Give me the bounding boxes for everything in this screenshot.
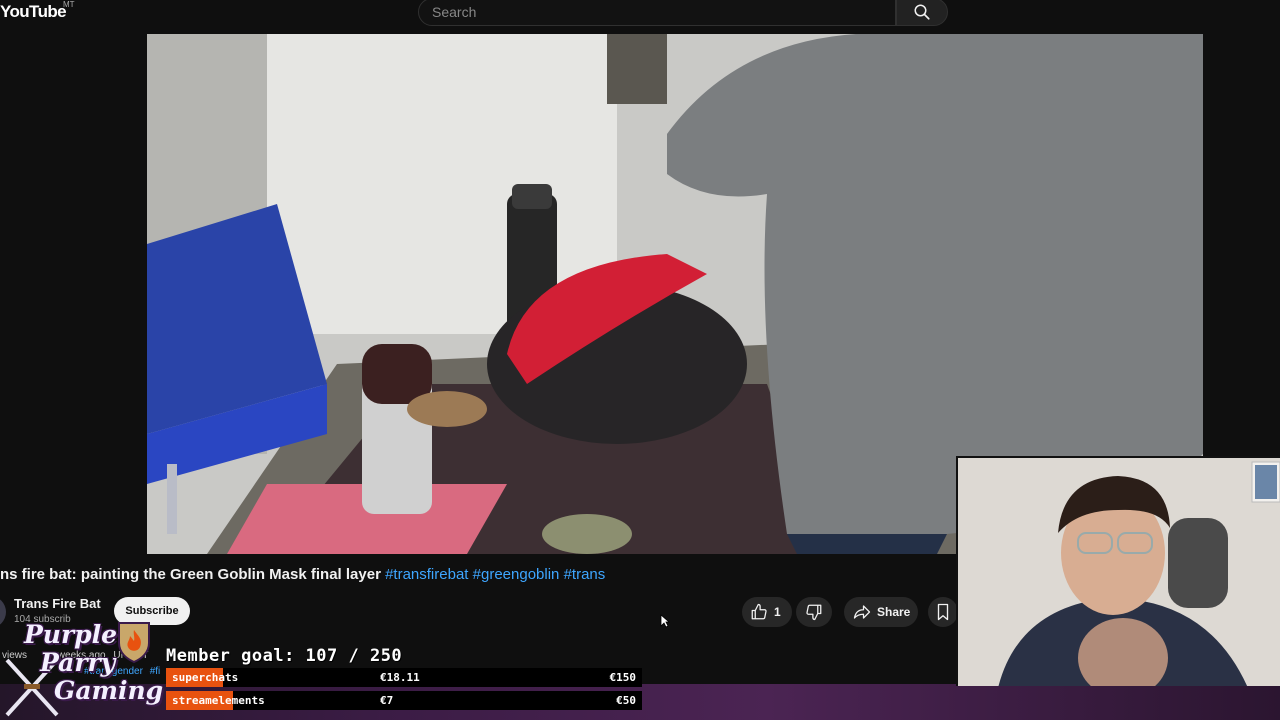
hashtag-link[interactable]: #transfirebat	[385, 566, 468, 583]
brand-line: Purple	[24, 620, 118, 649]
share-label: Share	[877, 605, 911, 619]
like-count: 1	[774, 605, 781, 619]
logo-region-code: MT	[63, 0, 75, 9]
search-box[interactable]	[418, 0, 896, 26]
video-title: ns fire bat: painting the Green Goblin M…	[0, 566, 605, 583]
brand-line: Parry	[40, 648, 116, 677]
bookmark-icon	[937, 603, 949, 621]
search-icon	[914, 4, 930, 20]
brand-line: Gaming	[54, 676, 164, 705]
logo-text: YouTube	[0, 2, 67, 21]
video-title-text: ns fire bat: painting the Green Goblin M…	[0, 566, 381, 583]
channel-name[interactable]: Trans Fire Bat	[14, 596, 101, 611]
search-button[interactable]	[896, 0, 948, 26]
share-button[interactable]: Share	[844, 597, 918, 627]
goal-bar-streamelements: streamelements €7 €50	[166, 691, 642, 710]
share-icon	[853, 605, 871, 619]
goal-current: €7	[380, 694, 394, 707]
member-goal: Member goal: 107 / 250	[166, 646, 403, 666]
search-input[interactable]	[419, 0, 895, 25]
goal-label: streamelements	[172, 694, 265, 707]
fire-shield-icon	[118, 622, 150, 664]
screen: YouTube MT Search ns fire bat: painting …	[0, 0, 1280, 720]
top-bar: YouTube MT	[0, 0, 1280, 34]
webcam-image	[958, 458, 1280, 686]
goal-target: €150	[609, 671, 637, 684]
webcam-feed	[956, 456, 1280, 686]
thumbs-down-icon	[806, 604, 822, 621]
purple-parry-gaming-logo: Purple Parry Gaming	[2, 620, 164, 717]
dislike-button[interactable]	[796, 597, 832, 627]
like-button[interactable]: 1	[742, 597, 792, 627]
goal-label: superchats	[172, 671, 239, 684]
goal-bar-superchats: superchats €18.11 €150	[166, 668, 642, 687]
mouse-cursor-icon	[660, 614, 670, 628]
goal-current: €18.11	[380, 671, 420, 684]
hashtag-link[interactable]: #greengoblin	[473, 566, 560, 583]
goal-target: €50	[616, 694, 636, 707]
thumbs-up-icon	[751, 603, 767, 620]
hashtag-link[interactable]: #trans	[564, 566, 606, 583]
youtube-logo[interactable]: YouTube MT	[0, 0, 75, 22]
save-button[interactable]	[928, 597, 958, 627]
